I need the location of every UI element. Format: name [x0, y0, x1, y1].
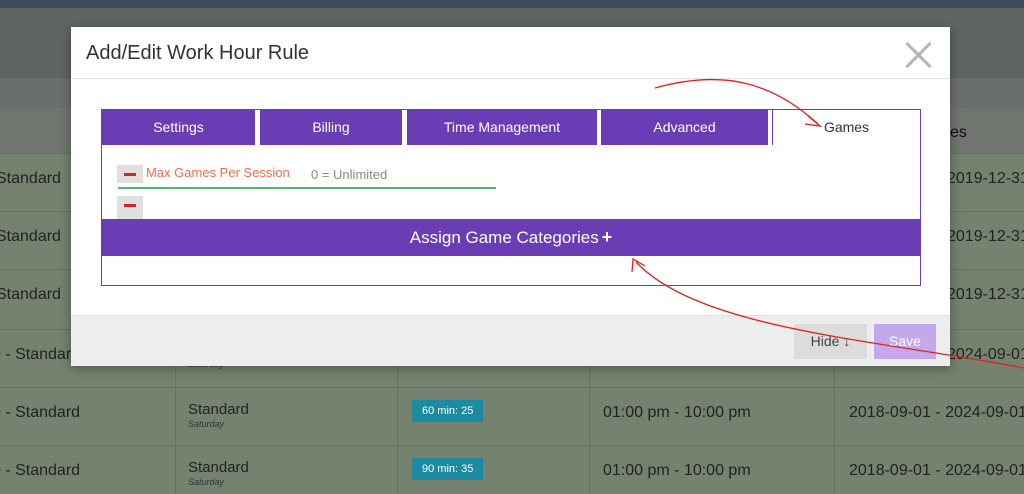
row-date-range: 2024-09-01 — [947, 346, 1024, 363]
row-rule-name: 0 - Standard — [0, 404, 81, 421]
dialog-header: Add/Edit Work Hour Rule — [71, 27, 950, 79]
assign-game-categories-button[interactable]: Assign Game Categories + — [102, 219, 920, 256]
dialog-title: Add/Edit Work Hour Rule — [86, 42, 310, 64]
dialog-footer: Hide ↓ Save — [71, 315, 950, 366]
assign-game-categories-label: Assign Game Categories — [409, 228, 599, 247]
row-rule-name: 0 - Standard — [0, 346, 81, 363]
tab-billing[interactable]: Billing — [260, 110, 402, 145]
save-button[interactable]: Save — [874, 324, 936, 359]
row-rule-type: Standard Saturday — [188, 459, 249, 487]
tab-advanced[interactable]: Advanced — [601, 110, 768, 145]
row-rule-name: Standard — [0, 228, 61, 245]
table-row[interactable]: 0 - Standard Standard Saturday 90 min: 35… — [0, 445, 1024, 494]
row-rule-name: Standard — [0, 286, 61, 303]
max-games-input[interactable] — [308, 162, 496, 189]
remove-row-button[interactable] — [117, 196, 143, 219]
remove-field-button[interactable] — [117, 165, 143, 183]
hide-button[interactable]: Hide ↓ — [794, 324, 867, 359]
tab-time-management[interactable]: Time Management — [407, 110, 597, 145]
tab-games[interactable]: Games — [772, 110, 920, 145]
tab-panel: Settings Billing Time Management Advance… — [101, 109, 921, 286]
table-row[interactable]: 0 - Standard Standard Saturday 60 min: 25… — [0, 387, 1024, 445]
tab-settings[interactable]: Settings — [102, 110, 255, 145]
max-games-label: Max Games Per Session — [146, 165, 290, 180]
price-badge: 90 min: 35 — [412, 458, 484, 480]
plus-icon: + — [601, 227, 613, 247]
row-date-range: 2018-09-01 - 2024-09-01 — [849, 404, 1024, 421]
field-underline — [118, 187, 308, 189]
row-date-range: 2019-12-31 — [947, 286, 1024, 303]
row-date-range: 2019-12-31 — [947, 170, 1024, 187]
row-date-range: 2018-09-01 - 2024-09-01 — [849, 462, 1024, 479]
app-top-bar — [0, 0, 1024, 8]
row-rule-name: 0 - Standard — [0, 462, 81, 479]
row-rule-name: Standard — [0, 170, 61, 187]
row-rule-type: Standard Saturday — [188, 401, 249, 429]
row-time-range: 01:00 pm - 10:00 pm — [603, 404, 751, 421]
row-time-range: 01:00 pm - 10:00 pm — [603, 462, 751, 479]
row-date-range: 2019-12-31 — [947, 228, 1024, 245]
price-badge: 60 min: 25 — [412, 400, 484, 422]
close-icon[interactable] — [904, 41, 932, 69]
work-hour-rule-dialog: Add/Edit Work Hour Rule Settings Billing… — [71, 27, 950, 366]
column-header-dates: es — [950, 124, 967, 141]
